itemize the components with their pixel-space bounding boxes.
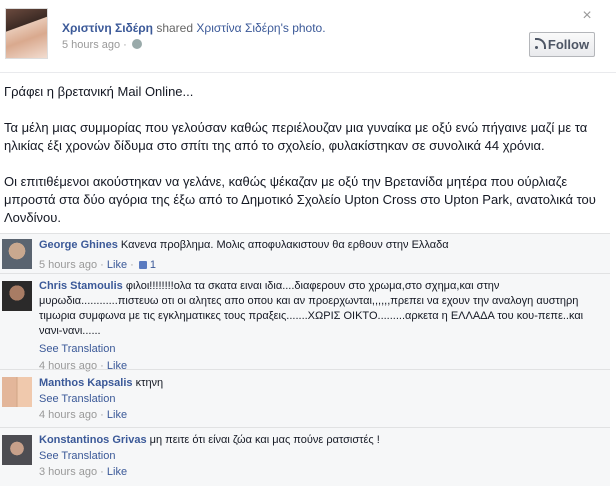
like-link[interactable]: Like (107, 466, 127, 478)
post-paragraph: Οι επιτιθέμενοι ακούστηκαν να γελάνε, κα… (4, 174, 596, 225)
follow-button[interactable]: Follow (529, 32, 595, 57)
meta-separator: · (120, 39, 130, 51)
comment-meta: 5 hours ago · Like · 1 (39, 258, 604, 273)
rss-icon (534, 38, 546, 49)
facebook-post: Χριστίνη Σιδέρη shared Χριστίνα Σιδέρη's… (0, 0, 616, 486)
comment-time[interactable]: 4 hours ago (39, 409, 97, 421)
commenter-avatar[interactable] (2, 435, 32, 465)
comment: Chris Stamoulis φιλοι!!!!!!!!ολα τα σκατ… (0, 273, 610, 372)
see-translation-link[interactable]: See Translation (39, 342, 604, 357)
header-divider (0, 72, 616, 73)
comment-time[interactable]: 5 hours ago (39, 259, 97, 271)
author-name[interactable]: Χριστίνη Σιδέρη (62, 21, 153, 35)
author-avatar[interactable] (5, 8, 48, 59)
commenter-name[interactable]: Manthos Kapsalis (39, 377, 133, 389)
comment-text: κτηνη (135, 377, 164, 389)
follow-label: Follow (547, 37, 590, 52)
like-link[interactable]: Like (107, 409, 127, 421)
comment: George Ghines Κανενα προβλημα. Μολις απο… (0, 233, 610, 273)
comment-body: Chris Stamoulis φιλοι!!!!!!!!ολα τα σκατ… (39, 279, 604, 374)
see-translation-link[interactable]: See Translation (39, 392, 604, 407)
thumbs-up-icon[interactable] (138, 261, 147, 269)
meta-separator: · (97, 466, 107, 478)
comment-meta: 3 hours ago · Like (39, 465, 604, 480)
post-paragraph: Γράφει η βρετανική Mail Online... (4, 84, 194, 99)
commenter-name[interactable]: Konstantinos Grivas (39, 434, 147, 446)
comment: Konstantinos Grivas μη πειτε ότι είναι ζ… (0, 427, 610, 486)
post-header: Χριστίνη Σιδέρη shared Χριστίνα Σιδέρη's… (62, 21, 326, 35)
post-paragraph: Τα μέλη μιας συμμορίας που γελούσαν καθώ… (4, 120, 588, 153)
commenter-name[interactable]: George Ghines (39, 239, 118, 251)
globe-icon[interactable] (131, 39, 142, 49)
commenter-avatar[interactable] (2, 281, 32, 311)
see-translation-link[interactable]: See Translation (39, 449, 604, 464)
like-link[interactable]: Like (107, 259, 127, 271)
shared-photo-link[interactable]: Χριστίνα Σιδέρη's photo. (196, 21, 325, 35)
comment-body: George Ghines Κανενα προβλημα. Μολις απο… (39, 238, 604, 273)
comments-section: George Ghines Κανενα προβλημα. Μολις απο… (0, 233, 610, 486)
comment-body: Konstantinos Grivas μη πειτε ότι είναι ζ… (39, 433, 604, 480)
commenter-name[interactable]: Chris Stamoulis (39, 280, 123, 292)
comment-text: μη πειτε ότι είναι ζώα και μας πούνε ρατ… (149, 434, 380, 446)
meta-separator: · (97, 259, 107, 271)
post-timestamp[interactable]: 5 hours ago (62, 39, 120, 51)
post-meta: 5 hours ago · (62, 39, 142, 51)
comment-meta: 4 hours ago · Like (39, 408, 604, 423)
close-icon[interactable]: × (580, 8, 594, 24)
likes-count[interactable]: 1 (150, 259, 156, 271)
meta-separator: · (97, 409, 107, 421)
commenter-avatar[interactable] (2, 239, 32, 269)
commenter-avatar[interactable] (2, 377, 32, 407)
shared-verb: shared (156, 21, 194, 35)
comment-text: Κανενα προβλημα. Μολις αποφυλακιστουν θα… (120, 239, 449, 251)
comment-body: Manthos Kapsalis κτηνη See Translation 4… (39, 376, 604, 423)
meta-separator: · (127, 259, 137, 271)
comment-time[interactable]: 3 hours ago (39, 466, 97, 478)
comment: Manthos Kapsalis κτηνη See Translation 4… (0, 369, 610, 427)
